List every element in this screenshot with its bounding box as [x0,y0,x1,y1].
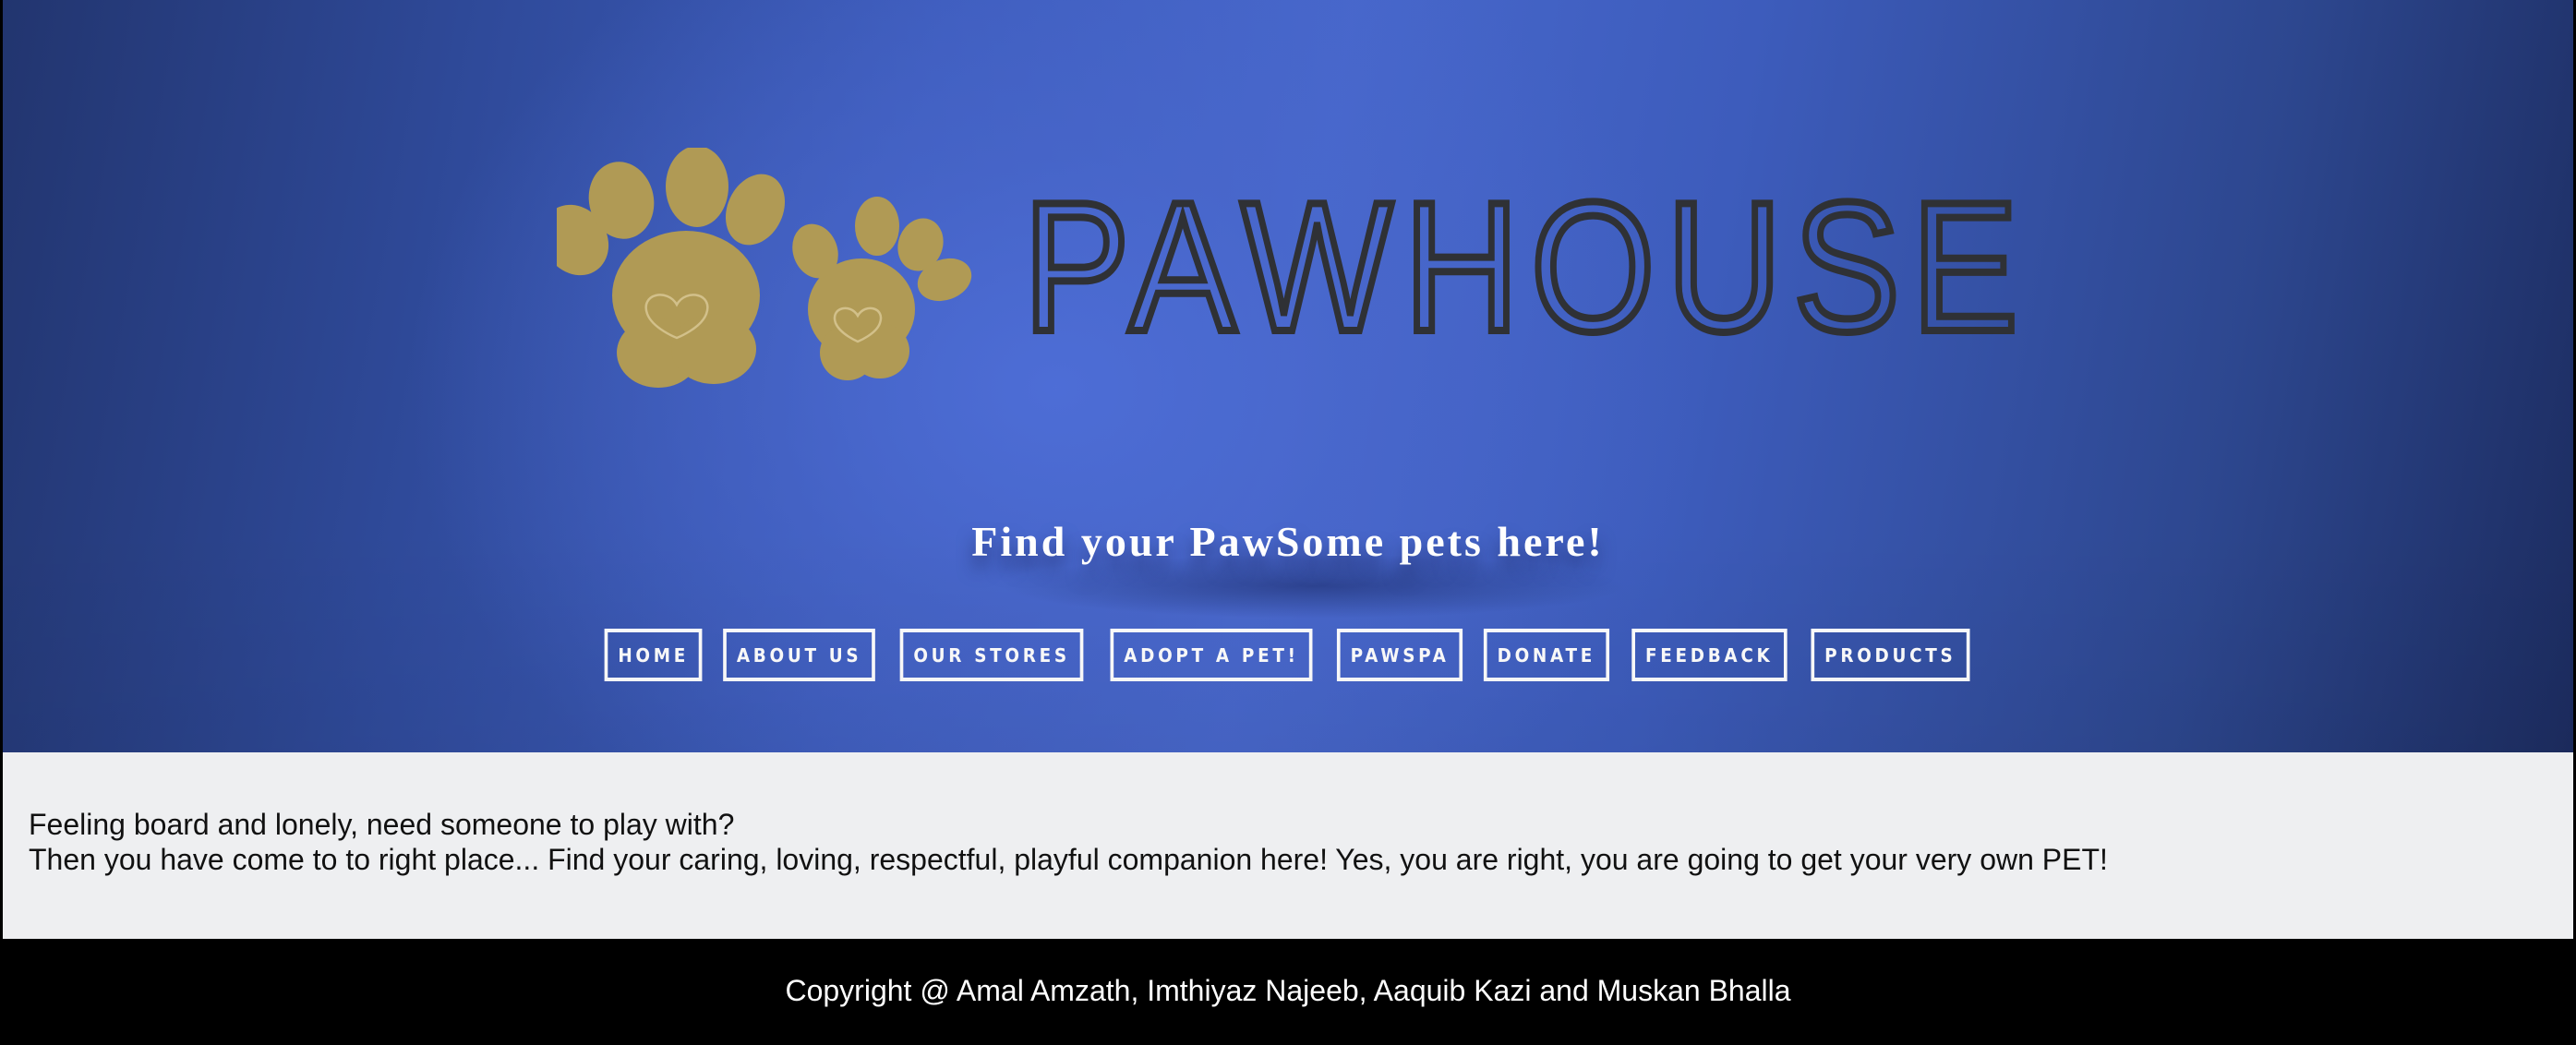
paw-icon [557,148,786,388]
nav-pawspa-button[interactable]: PAWSPA [1337,629,1463,681]
intro-line-1: Feeling board and lonely, need someone t… [29,808,735,841]
tagline: Find your PawSome pets here! [971,518,1605,565]
page: PAWHOUSE Find your PawSome pets here! HO… [0,0,2576,1045]
copyright-text: Copyright @ Amal Amzath, Imthiyaz Najeeb… [785,974,1791,1007]
hero-banner: PAWHOUSE Find your PawSome pets here! HO… [3,0,2573,752]
intro-line-2: Then you have come to to right place... … [29,843,2108,876]
paw-icon [792,197,972,380]
nav-products-button[interactable]: PRODUCTS [1811,629,1969,681]
pawhouse-logo[interactable]: PAWHOUSE [557,148,2052,388]
nav-donate-button[interactable]: DONATE [1484,629,1610,681]
paw-prints-icon: PAWHOUSE [557,148,2029,388]
nav-feedback-button[interactable]: FEEDBACK [1631,629,1788,681]
nav-our-stores-button[interactable]: OUR STORES [899,629,1084,681]
logo-text: PAWHOUSE [1023,164,2029,370]
intro-section: Feeling board and lonely, need someone t… [3,752,2573,939]
main-nav: HOME ABOUT US OUR STORES ADOPT A PET! PA… [3,629,2573,682]
nav-adopt-a-pet-button[interactable]: ADOPT A PET! [1110,629,1313,681]
nav-home-button[interactable]: HOME [604,629,703,681]
nav-about-us-button[interactable]: ABOUT US [723,629,876,681]
footer: Copyright @ Amal Amzath, Imthiyaz Najeeb… [3,939,2573,1045]
